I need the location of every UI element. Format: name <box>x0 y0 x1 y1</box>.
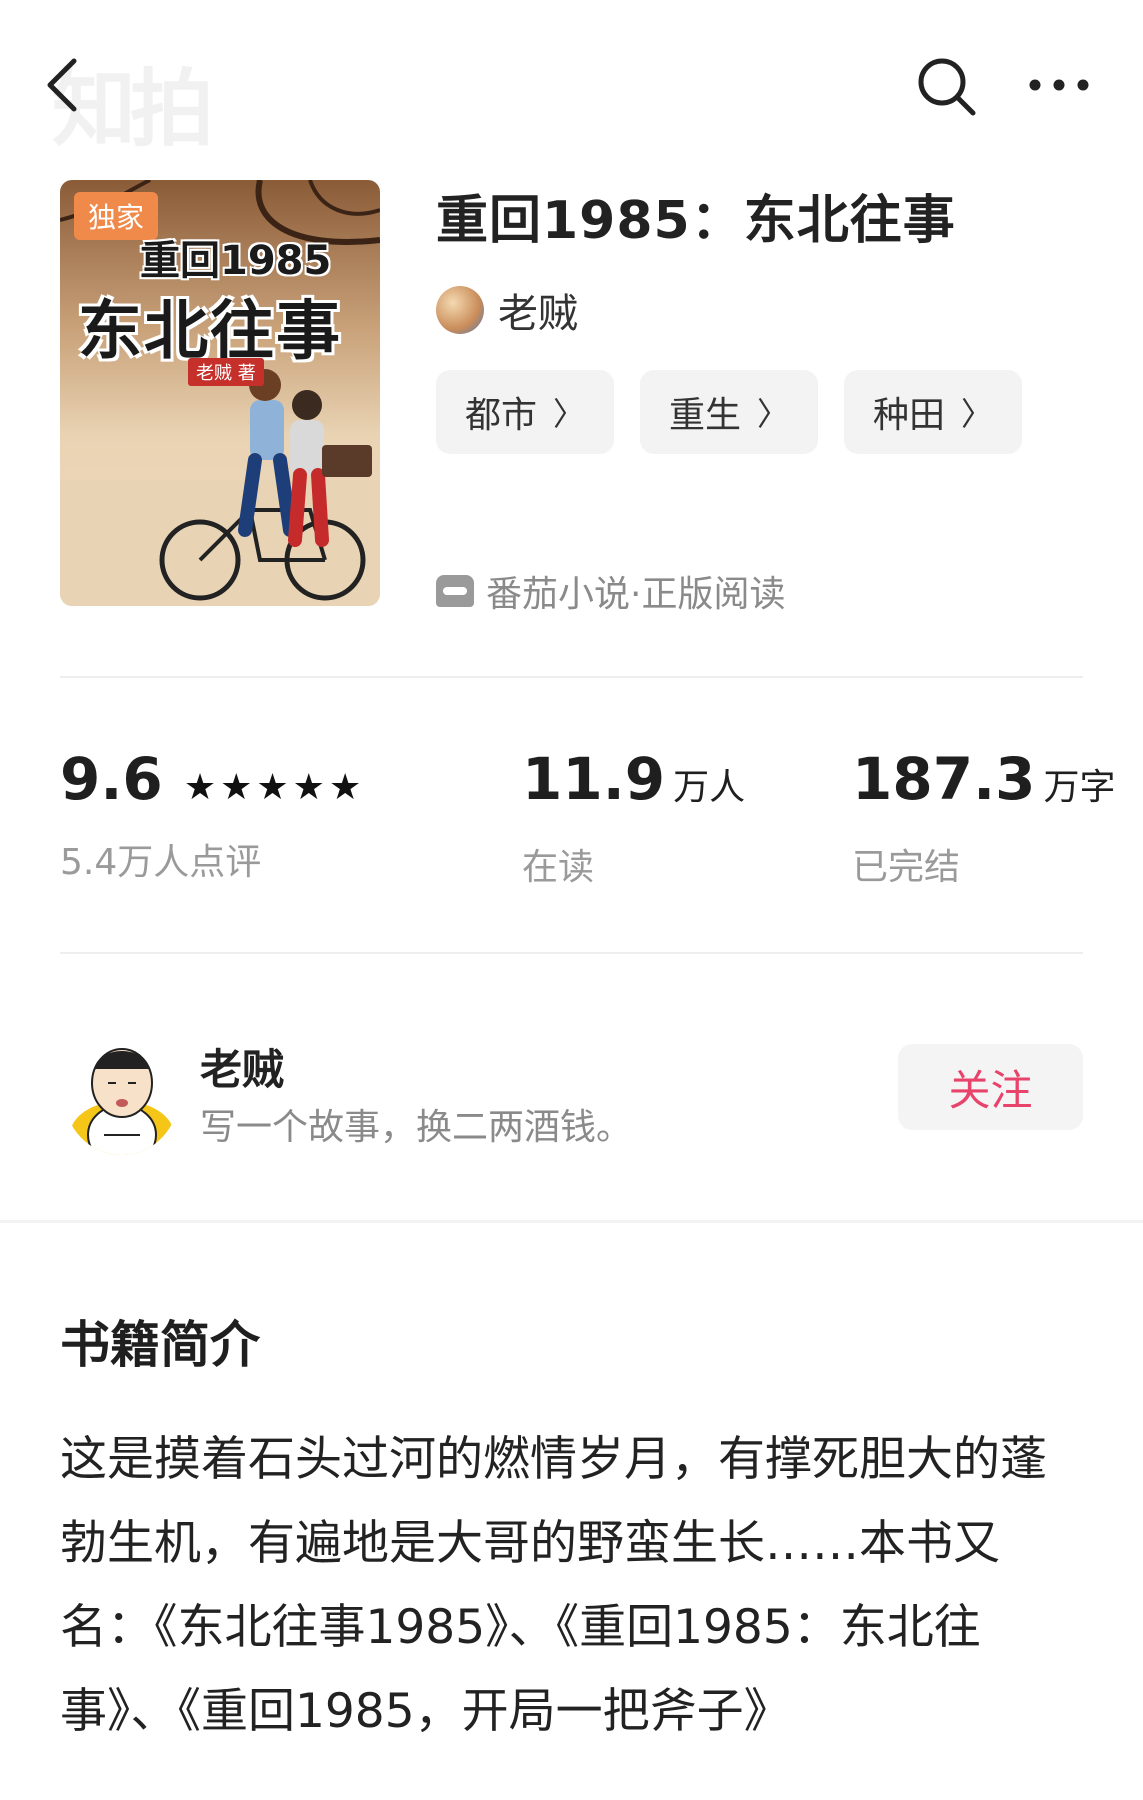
author-profile-avatar[interactable] <box>64 1035 179 1155</box>
readers-unit: 万人 <box>673 767 746 808</box>
follow-button[interactable]: 关注 <box>898 1044 1083 1130</box>
tag-label: 种田 <box>872 395 945 436</box>
words-value: 187.3 <box>852 745 1036 813</box>
author-avatar <box>436 286 484 334</box>
chevron-right-icon: 〉 <box>757 395 790 433</box>
intro-heading: 书籍简介 <box>60 1316 260 1374</box>
tag-urban[interactable]: 都市 〉 <box>436 370 614 454</box>
tag-list: 都市 〉 重生 〉 种田 〉 <box>436 370 1022 454</box>
app-logo-icon <box>436 575 474 607</box>
review-count: 5.4万人点评 <box>60 842 262 883</box>
rating-value: 9.6 <box>60 745 163 813</box>
tag-farming[interactable]: 种田 〉 <box>844 370 1022 454</box>
tag-rebirth[interactable]: 重生 〉 <box>640 370 818 454</box>
profile-bio: 写一个故事，换二两酒钱。 <box>200 1107 633 1148</box>
chevron-left-icon <box>47 58 77 112</box>
author-profile: 老贼 写一个故事，换二两酒钱。 关注 <box>60 1030 1083 1160</box>
search-button[interactable] <box>915 55 979 119</box>
book-cover[interactable]: 独家 重回1985 东北往事 老贼 著 <box>60 180 380 606</box>
author-link[interactable]: 老贼 <box>436 282 578 338</box>
rating-stat[interactable]: 9.6 ★★★★★ <box>60 745 365 813</box>
source-info: 番茄小说·正版阅读 <box>436 565 785 617</box>
profile-name: 老贼 <box>200 1045 285 1094</box>
chevron-right-icon: 〉 <box>553 395 586 433</box>
cover-title-line1: 重回1985 <box>140 238 332 284</box>
divider <box>60 952 1083 954</box>
intro-text[interactable]: 这是摸着石头过河的燃情岁月，有撑死胆大的蓬勃生机，有遍地是大哥的野蛮生长……本书… <box>60 1418 1085 1754</box>
readers-label: 在读 <box>522 847 595 888</box>
readers-value: 11.9 <box>522 745 666 813</box>
status-label: 已完结 <box>852 847 961 888</box>
author-name: 老贼 <box>498 291 578 337</box>
chevron-right-icon: 〉 <box>961 395 994 433</box>
words-stat: 187.3 万字 <box>852 745 1115 813</box>
readers-stat: 11.9 万人 <box>522 745 745 813</box>
section-separator <box>0 1220 1143 1223</box>
book-title: 重回1985：东北往事 <box>436 191 956 251</box>
tag-label: 都市 <box>464 395 537 436</box>
divider <box>60 676 1083 678</box>
tag-label: 重生 <box>668 395 741 436</box>
back-button[interactable] <box>40 55 84 115</box>
words-unit: 万字 <box>1043 767 1116 808</box>
more-button[interactable] <box>1025 60 1093 110</box>
source-text: 番茄小说·正版阅读 <box>486 574 786 615</box>
cover-author: 老贼 著 <box>188 358 264 386</box>
star-rating-icon: ★★★★★ <box>183 767 366 808</box>
cartoon-avatar-icon <box>70 1048 174 1155</box>
top-bar: 知拍 <box>0 0 1143 170</box>
more-dots-icon <box>1029 79 1089 91</box>
search-icon <box>918 58 976 116</box>
